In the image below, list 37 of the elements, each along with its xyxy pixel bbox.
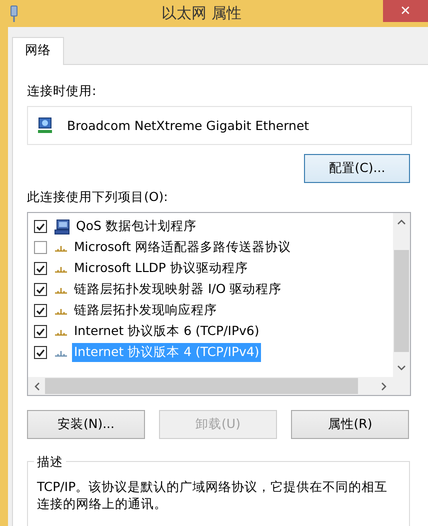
horizontal-scrollbar[interactable] [28, 377, 393, 395]
connect-using-label: 连接时使用: [27, 83, 98, 100]
scrollbar-thumb[interactable] [45, 378, 358, 394]
checkbox[interactable] [34, 325, 47, 338]
list-item[interactable]: Internet 协议版本 6 (TCP/IPv6) [72, 322, 262, 341]
network-adapter-icon [37, 116, 53, 134]
network-protocol-icon [54, 264, 68, 272]
network-protocol-icon [54, 286, 68, 294]
window-title: 以太网 属性 [160, 4, 242, 23]
vertical-scrollbar[interactable] [393, 213, 410, 377]
list-item[interactable]: Microsoft 网络适配器多路传送器协议 [72, 238, 293, 257]
close-button[interactable]: ✕ [383, 0, 428, 22]
adapter-name: Broadcom NetXtreme Gigabit Ethernet [67, 118, 310, 133]
list-item[interactable]: QoS 数据包计划程序 [74, 217, 198, 236]
network-icon [8, 4, 20, 22]
description-text: TCP/IP。该协议是默认的广域网络协议，它提供在不同的相互连接的网络上的通讯。 [37, 479, 388, 511]
network-protocol-icon [54, 306, 68, 314]
items-label: 此连接使用下列项目(O): [27, 189, 169, 206]
network-protocol-icon [54, 348, 68, 356]
description-label: 描述 [34, 453, 66, 470]
computer-icon [54, 218, 70, 234]
dialog-button[interactable]: 属性(R) [291, 410, 409, 439]
dialog-button[interactable]: 安装(N)... [27, 410, 145, 439]
checkbox[interactable] [34, 283, 47, 296]
list-item[interactable]: 链路层拓扑发现响应程序 [72, 301, 219, 320]
scrollbar-thumb[interactable] [394, 250, 409, 352]
configure-button[interactable]: 配置(C)... [304, 154, 410, 183]
list-item[interactable]: Microsoft LLDP 协议驱动程序 [72, 259, 250, 278]
checkbox[interactable] [34, 262, 47, 275]
checkbox[interactable] [34, 220, 47, 233]
tab[interactable]: 网络 [12, 37, 64, 65]
network-protocol-icon [54, 244, 68, 252]
network-protocol-icon [54, 328, 68, 336]
checkbox[interactable] [34, 346, 47, 359]
list-item[interactable]: 链路层拓扑发现映射器 I/O 驱动程序 [72, 280, 284, 299]
checkbox[interactable] [34, 304, 47, 317]
checkbox[interactable] [34, 241, 47, 254]
